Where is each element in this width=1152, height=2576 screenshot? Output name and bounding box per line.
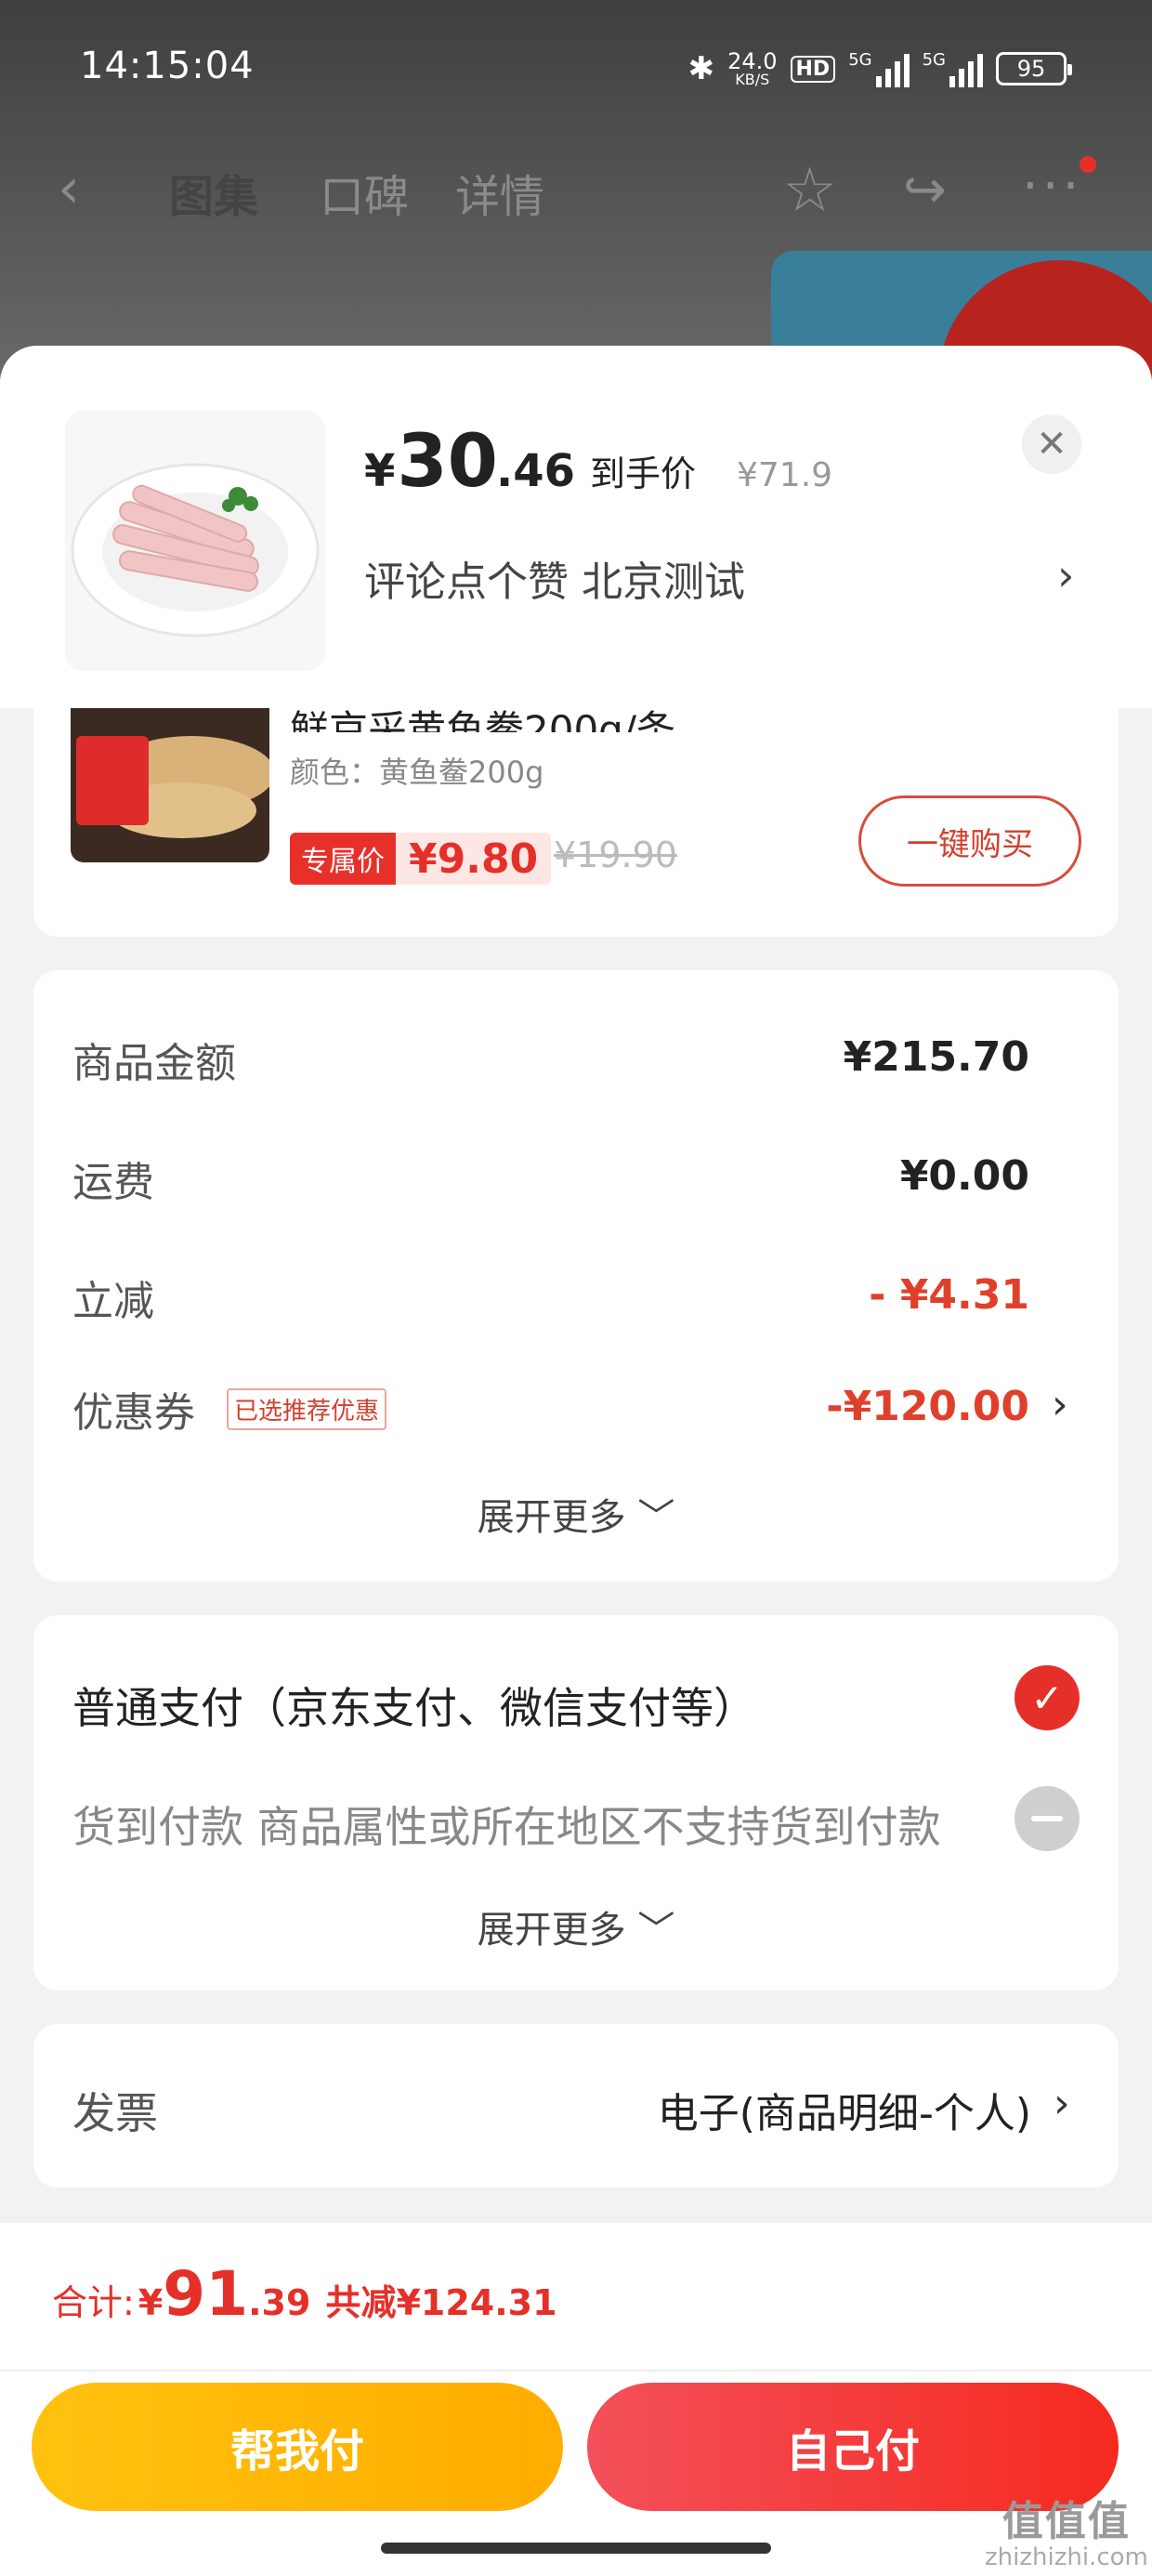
sim1-label: 5G	[848, 50, 872, 70]
coupon-recommended-tag: 已选推荐优惠	[227, 1388, 387, 1430]
checkmark-icon[interactable]: ✓	[1015, 1665, 1080, 1730]
pay-myself-button[interactable]: 自己付	[587, 2383, 1119, 2511]
original-price: ¥71.9	[737, 456, 833, 494]
price-currency: ¥	[364, 445, 396, 497]
recommend-thumbnail	[71, 708, 269, 862]
signal-2-icon: 5G	[923, 50, 983, 87]
top-nav: ‹ 图集 口碑 详情 ☆ ↪ ···	[0, 139, 1152, 242]
close-button[interactable]: ✕	[1022, 414, 1081, 474]
battery-level: 95	[1016, 56, 1046, 82]
fish-image	[71, 708, 269, 862]
chicken-feet-image	[65, 411, 325, 671]
instant-discount-label: 立减	[72, 1278, 154, 1325]
notification-dot	[1080, 156, 1096, 173]
goods-amount-value: ¥215.70	[843, 1033, 1029, 1081]
help-me-pay-button[interactable]: 帮我付	[32, 2383, 563, 2511]
instant-discount-value: - ¥4.31	[869, 1271, 1029, 1319]
invoice-value[interactable]: 电子(商品明细-个人)	[658, 2080, 1031, 2139]
total-decimal: .39	[248, 2282, 311, 2323]
coupon-label: 优惠券	[72, 1389, 195, 1437]
cost-expand-more[interactable]: 展开更多 ﹀	[0, 1487, 1152, 1541]
home-indicator[interactable]	[381, 2543, 771, 2554]
more-icon[interactable]: ···	[1022, 156, 1082, 217]
status-icons: ✱ 24.0 KB/S HD 5G 5G 95	[687, 41, 1072, 97]
close-icon: ✕	[1036, 423, 1067, 466]
status-time: 14:15:04	[80, 45, 255, 87]
price-integer: 30	[397, 420, 498, 504]
disabled-minus-icon	[1015, 1786, 1080, 1851]
tab-gallery[interactable]: 图集	[169, 160, 258, 225]
chevron-right-icon[interactable]: ›	[1057, 550, 1074, 600]
payment-normal-option[interactable]: 普通支付（京东支付、微信支付等）	[72, 1675, 756, 1736]
total-savings: 共减¥124.31	[325, 2282, 557, 2323]
watermark-logo: 值值值	[1001, 2498, 1131, 2545]
chevron-right-icon[interactable]: ›	[1052, 1381, 1068, 1428]
exclusive-price-label: 专属价	[290, 833, 396, 885]
net-speed-value: 24.0	[727, 48, 778, 74]
favorite-star-icon[interactable]: ☆	[782, 154, 837, 226]
share-icon[interactable]: ↪	[903, 160, 947, 220]
divider	[0, 2370, 1152, 2372]
back-icon[interactable]: ‹	[58, 156, 80, 221]
total-currency: ¥	[137, 2282, 164, 2323]
battery-icon: 95	[996, 52, 1072, 85]
chevron-right-icon[interactable]: ›	[1054, 2080, 1070, 2127]
exclusive-price-value: ¥9.80	[396, 833, 552, 885]
sim2-label: 5G	[922, 50, 946, 70]
product-thumbnail	[65, 411, 325, 671]
watermark-site: zhizhizhi.com	[985, 2543, 1148, 2572]
order-total: 合计: ¥ 91 .39 共减¥124.31	[52, 2258, 557, 2330]
net-speed-unit: KB/S	[735, 71, 770, 88]
total-integer: 91	[163, 2258, 249, 2330]
bluetooth-icon: ✱	[687, 50, 715, 87]
goods-amount-label: 商品金额	[72, 1040, 236, 1087]
one-click-buy-button[interactable]: 一键购买	[858, 795, 1081, 887]
recommend-color: 颜色：黄鱼鲞200g	[290, 755, 544, 790]
tab-reviews[interactable]: 口碑	[320, 160, 409, 225]
price-tag: 到手价	[589, 453, 696, 494]
shipping-label: 运费	[72, 1159, 154, 1206]
spec-selector[interactable]: 评论点个赞 北京测试	[364, 548, 745, 608]
tab-details[interactable]: 详情	[455, 160, 544, 225]
shipping-value: ¥0.00	[899, 1152, 1029, 1200]
total-label: 合计:	[52, 2282, 135, 2323]
payment-expand-more[interactable]: 展开更多 ﹀	[0, 1899, 1152, 1953]
signal-1-icon: 5G	[848, 50, 910, 87]
invoice-label: 发票	[72, 2088, 158, 2138]
watermark: 值值值 zhizhizhi.com	[985, 2498, 1148, 2572]
final-price: ¥ 30 .46 到手价 ¥71.9	[364, 420, 832, 504]
net-speed: 24.0 KB/S	[727, 50, 777, 87]
recommend-original-price: ¥19.90	[554, 835, 677, 875]
exclusive-price-badge: 专属价 ¥9.80	[290, 833, 552, 885]
coupon-value[interactable]: -¥120.00	[826, 1383, 1029, 1430]
price-decimal: .46	[495, 445, 575, 497]
payment-cod-option: 货到付款 商品属性或所在地区不支持货到付款	[72, 1802, 941, 1852]
hd-icon: HD	[790, 55, 836, 83]
status-bar: 14:15:04 ✱ 24.0 KB/S HD 5G 5G 95	[0, 0, 1152, 139]
